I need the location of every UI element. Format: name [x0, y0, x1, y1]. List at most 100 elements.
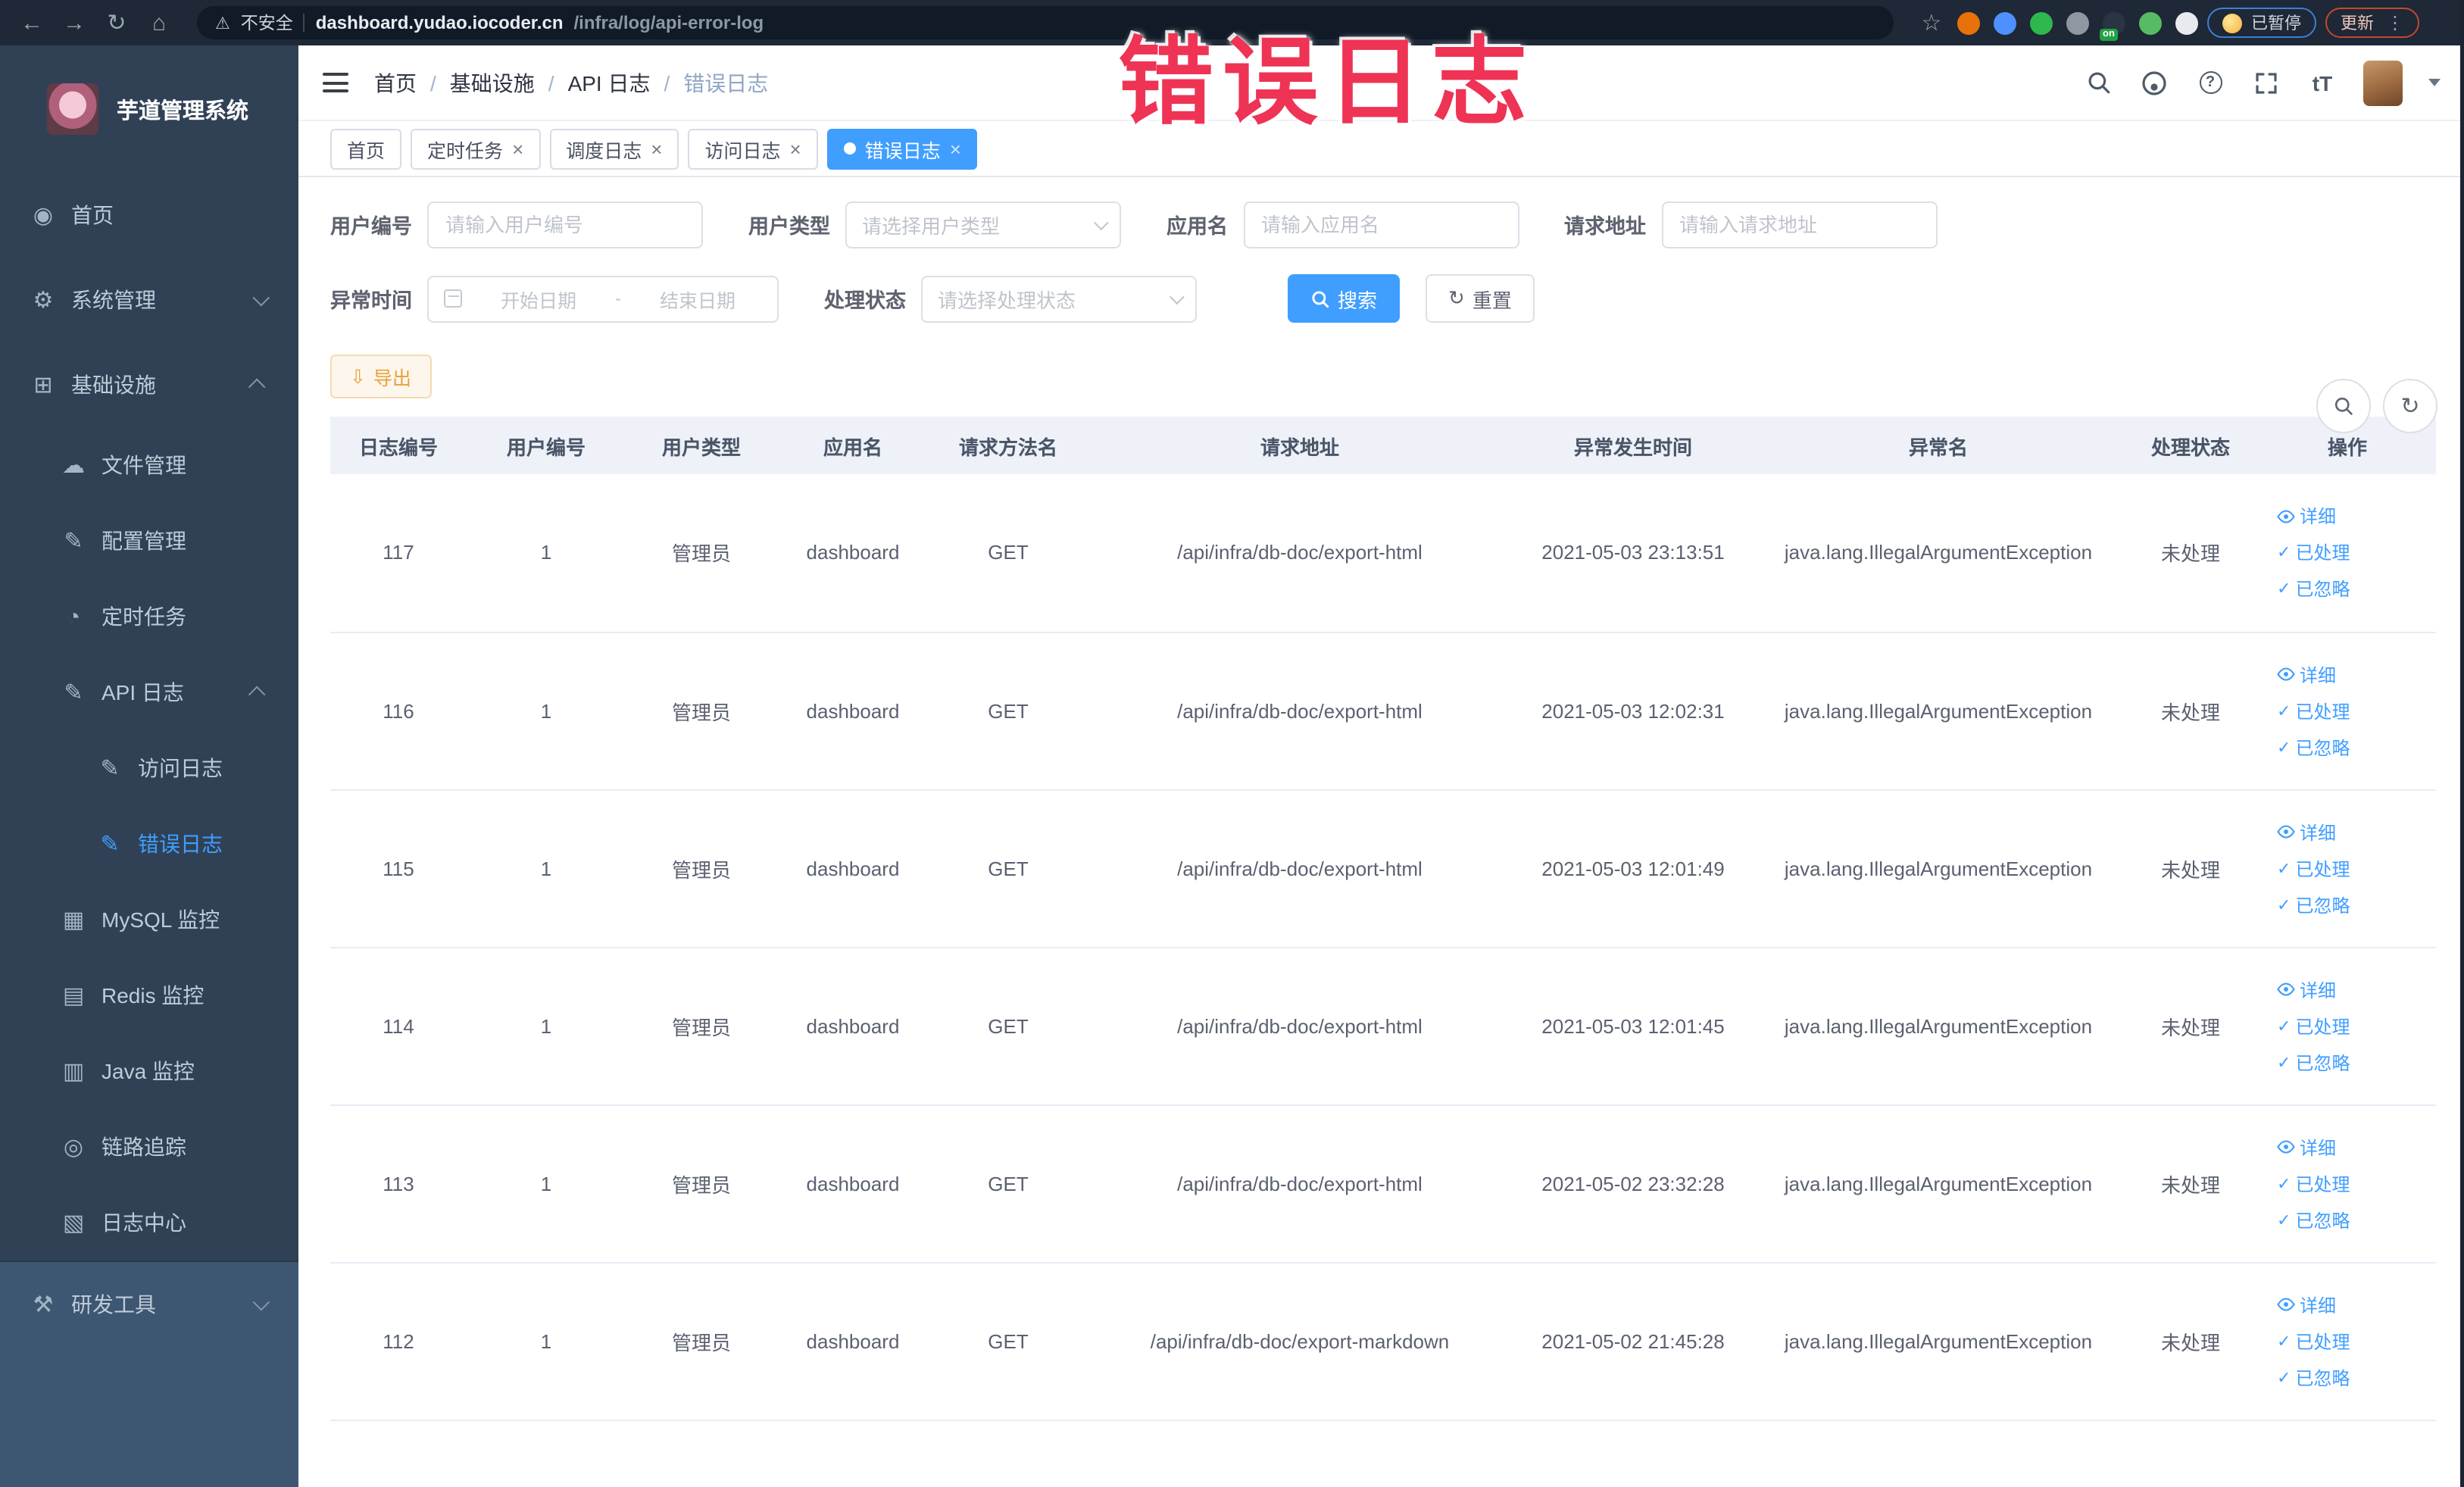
detail-link[interactable]: 详细 — [2277, 1134, 2336, 1160]
app-logo-row[interactable]: 芋道管理系统 — [0, 45, 298, 173]
security-label[interactable]: 不安全 — [241, 11, 293, 35]
search-button-label: 搜索 — [1338, 289, 1378, 311]
close-icon[interactable]: × — [512, 139, 523, 158]
sidebar-item-java[interactable]: ▥ Java 监控 — [0, 1033, 298, 1109]
search-icon[interactable] — [2083, 67, 2113, 98]
extension-leaf-icon[interactable] — [2139, 11, 2162, 34]
processed-link[interactable]: ✓ 已处理 — [2277, 1013, 2350, 1039]
address-bar[interactable]: ⚠ 不安全 dashboard.yudao.iocoder.cn/infra/l… — [197, 6, 1894, 39]
breadcrumb-infra[interactable]: 基础设施 — [450, 67, 535, 98]
ignored-label: 已忽略 — [2295, 1052, 2350, 1073]
reset-button[interactable]: ↻ 重置 — [1426, 274, 1535, 323]
processed-link[interactable]: ✓ 已处理 — [2277, 698, 2350, 723]
sidebar-item-devtools[interactable]: ⚒ 研发工具 — [0, 1262, 298, 1347]
browser-home-icon[interactable]: ⌂ — [142, 6, 176, 39]
github-icon[interactable] — [2139, 67, 2169, 98]
toggle-search-button[interactable] — [2316, 379, 2371, 433]
browser-forward-icon[interactable]: → — [58, 6, 91, 39]
ignored-link[interactable]: ✓ 已忽略 — [2277, 1364, 2350, 1390]
tab-定时任务[interactable]: 定时任务 × — [411, 128, 541, 169]
detail-link[interactable]: 详细 — [2277, 976, 2336, 1002]
user-id-input[interactable] — [427, 201, 703, 248]
ignored-link[interactable]: ✓ 已忽略 — [2277, 1049, 2350, 1075]
breadcrumb-home[interactable]: 首页 — [374, 67, 417, 98]
sidebar-item-error-log[interactable]: ✎ 错误日志 — [0, 806, 298, 882]
table-toolbar-right: ↻ — [2316, 379, 2437, 433]
tab-首页[interactable]: 首页 — [330, 128, 402, 169]
column-header: 异常发生时间 — [1512, 417, 1754, 474]
extension-puzzle-icon[interactable] — [2175, 11, 2198, 34]
font-size-icon[interactable]: tT — [2307, 67, 2338, 98]
extension-on-badge-icon[interactable]: on — [2100, 11, 2125, 40]
tab-label: 错误日志 — [864, 140, 941, 161]
processed-link[interactable]: ✓ 已处理 — [2277, 855, 2350, 881]
sidebar-item-file[interactable]: ☁ 文件管理 — [0, 427, 298, 503]
cell-exception: java.lang.IllegalArgumentException — [1754, 789, 2122, 948]
breadcrumb-api-log[interactable]: API 日志 — [568, 67, 651, 98]
sidebar-item-trace[interactable]: ◎ 链路追踪 — [0, 1109, 298, 1185]
extension-green-v-icon[interactable] — [2030, 11, 2053, 34]
extension-blue-shield-icon[interactable] — [1994, 11, 2016, 34]
user-type-select[interactable]: 请选择用户类型 — [845, 201, 1121, 248]
detail-link[interactable]: 详细 — [2277, 819, 2336, 845]
date-range-picker[interactable]: 开始日期 - 结束日期 — [427, 275, 779, 322]
breadcrumb-separator: / — [430, 70, 436, 95]
extension-orange-icon[interactable] — [1957, 11, 1980, 34]
detail-link[interactable]: 详细 — [2277, 504, 2336, 530]
ignored-link[interactable]: ✓ 已忽略 — [2277, 734, 2350, 760]
ignored-link[interactable]: ✓ 已忽略 — [2277, 1207, 2350, 1232]
close-icon[interactable]: × — [651, 139, 662, 158]
sidebar-item-job[interactable]: ◔ 定时任务 — [0, 579, 298, 654]
browser-reload-icon[interactable]: ↻ — [100, 6, 133, 39]
cell-url: /api/infra/db-doc/export-html — [1088, 1104, 1512, 1263]
status-select[interactable]: 请选择处理状态 — [921, 275, 1197, 322]
sidebar-item-label: 链路追踪 — [101, 1135, 186, 1159]
close-icon[interactable]: × — [950, 139, 961, 158]
extension-grid-icon[interactable] — [2066, 11, 2089, 34]
refresh-button[interactable]: ↻ — [2383, 379, 2437, 433]
update-button[interactable]: 更新 ⋮ — [2325, 8, 2419, 38]
detail-link[interactable]: 详细 — [2277, 661, 2336, 687]
sidebar-item-redis[interactable]: ▤ Redis 监控 — [0, 957, 298, 1033]
request-url-input[interactable] — [1661, 201, 1937, 248]
table-row: 114 1 管理员 dashboard GET/api/infra/db-doc/exp… — [330, 947, 2436, 1105]
browser-back-icon[interactable]: ← — [15, 6, 48, 39]
processed-link[interactable]: ✓ 已处理 — [2277, 1170, 2350, 1196]
filter-row-2: 异常时间 开始日期 - 结束日期 处理状态 请选择处理状态 搜索 ↻ 重置 — [330, 274, 2437, 323]
reset-button-label: 重置 — [1472, 289, 1512, 311]
browser-menu-icon[interactable]: ⋮ — [2386, 12, 2404, 33]
bookmark-star-icon[interactable]: ☆ — [1915, 6, 1948, 39]
sidebar-item-mysql[interactable]: ▦ MySQL 监控 — [0, 882, 298, 957]
sidebar-item-home[interactable]: ◉ 首页 — [0, 173, 298, 258]
sidebar-item-access-log[interactable]: ✎ 访问日志 — [0, 730, 298, 806]
cell-app-name: dashboard — [777, 474, 929, 633]
app-name-input[interactable] — [1243, 201, 1519, 248]
hamburger-icon[interactable] — [323, 73, 348, 92]
help-icon[interactable]: ? — [2195, 67, 2225, 98]
sidebar-item-system[interactable]: ⚙ 系统管理 — [0, 258, 298, 342]
processed-link[interactable]: ✓ 已处理 — [2277, 1328, 2350, 1354]
sidebar-item-infra[interactable]: ⊞ 基础设施 — [0, 342, 298, 427]
tab-调度日志[interactable]: 调度日志 × — [549, 128, 679, 169]
log-center-icon: ▧ — [62, 1211, 85, 1236]
cell-actions: 详细 ✓ 已处理 ✓ 已忽略 — [2259, 1104, 2436, 1263]
search-button[interactable]: 搜索 — [1288, 274, 1401, 323]
detail-link[interactable]: 详细 — [2277, 1292, 2336, 1317]
processed-link[interactable]: ✓ 已处理 — [2277, 540, 2350, 566]
start-date-placeholder: 开始日期 — [500, 290, 576, 311]
request-url-label: 请求地址 — [1564, 215, 1646, 238]
tab-访问日志[interactable]: 访问日志 × — [688, 128, 818, 169]
ignored-link[interactable]: ✓ 已忽略 — [2277, 892, 2350, 917]
paused-badge[interactable]: 已暂停 — [2207, 8, 2316, 38]
ignored-link[interactable]: ✓ 已忽略 — [2277, 576, 2350, 602]
app-title: 芋道管理系统 — [117, 99, 248, 123]
export-button[interactable]: ⇩ 导出 — [330, 355, 431, 398]
tab-错误日志[interactable]: 错误日志 × — [826, 128, 978, 169]
avatar-caret-down-icon[interactable] — [2428, 79, 2441, 86]
sidebar-item-api-log[interactable]: ✎ API 日志 — [0, 654, 298, 730]
sidebar-item-log-center[interactable]: ▧ 日志中心 — [0, 1185, 298, 1261]
fullscreen-icon[interactable] — [2251, 67, 2281, 98]
sidebar-item-config[interactable]: ✎ 配置管理 — [0, 503, 298, 579]
close-icon[interactable]: × — [790, 139, 801, 158]
user-avatar[interactable] — [2363, 60, 2403, 105]
